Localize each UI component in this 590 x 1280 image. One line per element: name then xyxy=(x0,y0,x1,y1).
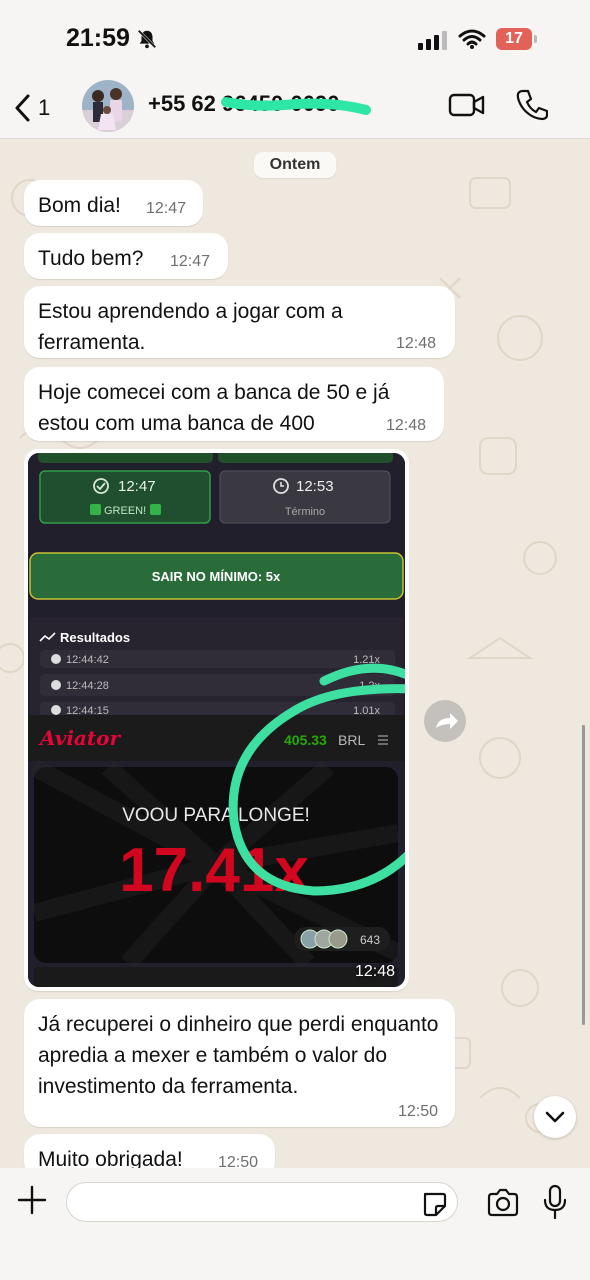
result-time: 12:44:28 xyxy=(66,680,109,692)
contact-avatar[interactable] xyxy=(82,80,134,132)
exit-minimum-button: SAIR NO MÍNIMO: 5x xyxy=(152,569,281,584)
result-mult: 1.2x xyxy=(359,680,380,692)
message-bubble[interactable]: Já recuperei o dinheiro que perdi enquan… xyxy=(24,999,455,1127)
battery-indicator: 17 xyxy=(496,28,532,50)
message-input[interactable] xyxy=(66,1182,458,1222)
signal-card-status: GREEN! xyxy=(104,505,146,517)
sticker-icon[interactable] xyxy=(420,1190,448,1218)
signal-card-time: 12:47 xyxy=(118,478,156,495)
screenshot-image[interactable]: 12:47 GREEN! 12:53 Término SAIR NO MÍNIM… xyxy=(28,453,405,987)
forward-icon xyxy=(436,713,458,729)
chat-header: 1 +55 62 96450-0090 xyxy=(0,78,590,139)
end-card-time: 12:53 xyxy=(296,478,334,495)
phone-call-icon[interactable] xyxy=(516,88,548,122)
message-time: 12:48 xyxy=(396,335,437,352)
message-text: Já recuperei o dinheiro que perdi enquan… xyxy=(38,1013,439,1098)
microphone-icon[interactable] xyxy=(542,1184,568,1220)
camera-icon[interactable] xyxy=(486,1188,520,1218)
chevron-down-icon xyxy=(545,1111,565,1123)
battery-tip xyxy=(534,35,537,43)
message-time: 12:48 xyxy=(386,417,427,434)
message-bubble[interactable]: Hoje comecei com a banca de 50 e já esto… xyxy=(24,367,444,441)
cellular-signal-icon xyxy=(418,31,447,50)
results-title: Resultados xyxy=(60,630,130,645)
status-bar: 21:59 17 xyxy=(0,0,590,78)
message-text: Estou aprendendo a jogar com a ferrament… xyxy=(38,300,343,354)
bell-muted-icon xyxy=(137,29,157,49)
end-card-label: Término xyxy=(285,506,325,518)
scroll-to-bottom-button[interactable] xyxy=(534,1096,576,1138)
message-composer xyxy=(0,1168,590,1280)
chevron-left-icon xyxy=(15,94,30,122)
contact-name[interactable]: +55 62 96450-0090 xyxy=(148,91,339,117)
message-bubble[interactable]: Estou aprendendo a jogar com a ferrament… xyxy=(24,286,455,358)
message-time: 12:47 xyxy=(146,200,187,217)
message-text: Bom dia! xyxy=(38,194,121,217)
video-call-icon[interactable] xyxy=(448,90,486,120)
balance-currency: BRL xyxy=(338,732,365,748)
date-divider: Ontem xyxy=(254,152,336,178)
wifi-icon xyxy=(458,29,486,49)
fly-away-text: VOOU PARA LONGE! xyxy=(122,805,310,826)
shared-screenshot: 12:47 GREEN! 12:53 Término SAIR NO MÍNIM… xyxy=(28,453,405,987)
message-bubble[interactable]: Bom dia! 12:47 xyxy=(24,180,203,226)
message-time: 12:47 xyxy=(170,253,211,270)
balance-value: 405.33 xyxy=(284,732,327,748)
forward-button[interactable] xyxy=(424,700,466,742)
image-message[interactable]: 12:47 GREEN! 12:53 Término SAIR NO MÍNIM… xyxy=(24,449,409,991)
crash-multiplier: 17.41x xyxy=(119,836,309,905)
message-text: Hoje comecei com a banca de 50 e já esto… xyxy=(38,381,390,435)
message-time: 12:50 xyxy=(398,1103,439,1120)
scroll-indicator[interactable] xyxy=(582,725,585,1025)
status-time: 21:59 xyxy=(66,24,130,52)
result-mult: 1.21x xyxy=(353,654,380,666)
aviator-logo: Aviator xyxy=(38,726,121,750)
result-time: 12:44:42 xyxy=(66,654,109,666)
player-count: 643 xyxy=(360,933,380,947)
message-text: Tudo bem? xyxy=(38,247,144,270)
attach-plus-icon[interactable] xyxy=(16,1184,48,1216)
unread-count: 1 xyxy=(38,95,51,120)
back-button[interactable]: 1 xyxy=(14,84,50,132)
message-time: 12:48 xyxy=(354,963,395,980)
message-bubble[interactable]: Tudo bem? 12:47 xyxy=(24,233,228,279)
